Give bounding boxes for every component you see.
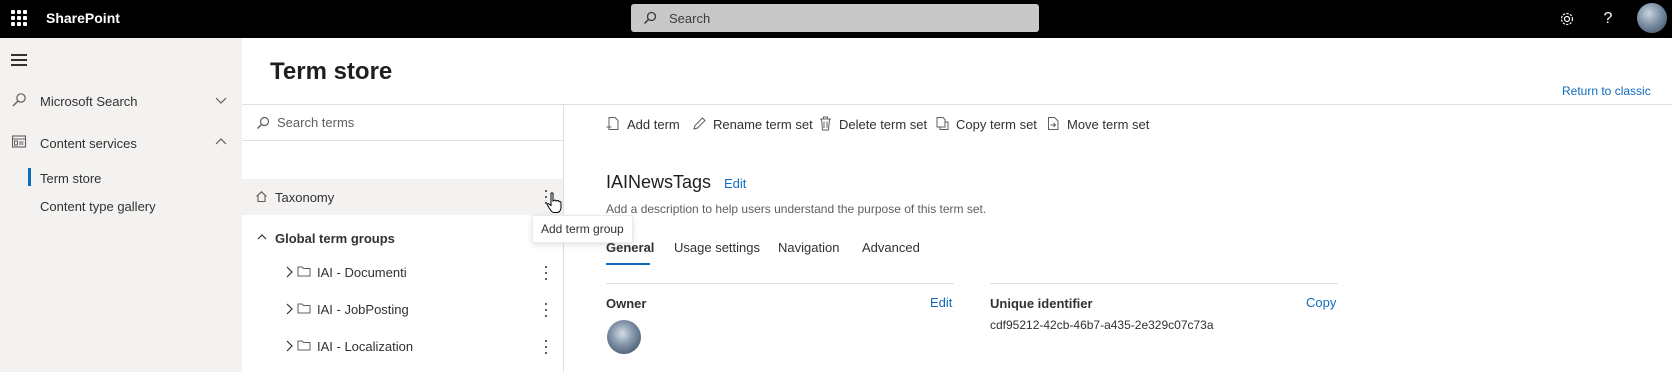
add-term-icon (606, 117, 619, 130)
delete-term-set-label: Delete term set (839, 117, 928, 132)
global-search-input[interactable]: Search (631, 4, 1039, 32)
nav-item-label: Content services (40, 136, 137, 151)
tab-general[interactable]: General (606, 240, 654, 255)
more-options-icon[interactable] (536, 298, 556, 322)
divider (606, 283, 954, 284)
term-set-name: IAINewsTags (606, 172, 712, 192)
tab-advanced[interactable]: Advanced (862, 240, 920, 255)
chevron-right-icon[interactable] (283, 265, 295, 279)
app-name[interactable]: SharePoint (46, 10, 120, 26)
active-tab-indicator (606, 263, 650, 265)
chevron-right-icon[interactable] (283, 339, 295, 353)
tooltip: Add term group (532, 215, 633, 243)
tree-root-taxonomy[interactable]: Taxonomy (242, 179, 563, 215)
unique-identifier-value: cdf95212-42cb-46b7-a435-2e329c07c73a (990, 318, 1214, 332)
unique-identifier-label: Unique identifier (990, 296, 1093, 311)
copy-identifier-link[interactable]: Copy (1306, 295, 1336, 310)
avatar (607, 320, 641, 354)
page-title: Term store (270, 58, 393, 85)
search-placeholder: Search (669, 11, 711, 26)
tree-root-label: Taxonomy (275, 190, 335, 205)
move-icon (1048, 117, 1059, 130)
nav-item-microsoft-search[interactable]: Microsoft Search (0, 90, 242, 114)
active-indicator (28, 168, 31, 186)
taxonomy-tree-panel: Search terms Taxonomy Global term groups… (242, 105, 564, 372)
copy-icon (936, 117, 949, 130)
chevron-down-icon (215, 97, 227, 104)
folder-icon (297, 303, 311, 314)
home-icon (256, 191, 267, 203)
content-services-icon (11, 135, 27, 148)
tree-item-term-group[interactable]: IAI - Localization (242, 332, 563, 360)
owner-label: Owner (606, 296, 647, 311)
more-options-icon[interactable] (536, 335, 556, 359)
nav-subitem-term-store[interactable]: Term store (40, 171, 101, 186)
copy-term-set-label: Copy term set (956, 117, 1037, 132)
tree-item-term-group[interactable]: IAI - Documenti (242, 258, 563, 286)
more-options-icon[interactable] (536, 261, 556, 285)
term-set-description[interactable]: Add a description to help users understa… (606, 202, 986, 216)
search-terms-input[interactable]: Search terms (242, 105, 563, 141)
term-group-label: IAI - Documenti (317, 265, 407, 280)
return-to-classic-link[interactable]: Return to classic (1562, 84, 1651, 98)
term-group-label: IAI - JobPosting (317, 302, 409, 317)
hand-cursor-icon (546, 192, 562, 213)
global-term-groups-header[interactable]: Global term groups (242, 227, 563, 251)
edit-owner-link[interactable]: Edit (930, 295, 952, 310)
nav-subitem-content-type-gallery[interactable]: Content type gallery (40, 199, 156, 214)
move-term-set-label: Move term set (1067, 117, 1150, 132)
folder-icon (297, 340, 311, 351)
gear-icon[interactable] (1557, 9, 1577, 29)
pencil-icon (693, 117, 706, 130)
group-header-label: Global term groups (275, 231, 395, 246)
search-icon (643, 11, 657, 25)
search-icon (12, 93, 26, 107)
help-icon[interactable]: ? (1598, 9, 1618, 29)
avatar[interactable] (1637, 3, 1667, 33)
waffle-icon[interactable] (11, 10, 27, 26)
add-term-label: Add term (627, 117, 680, 132)
chevron-up-icon (257, 234, 267, 240)
left-navigation: Microsoft Search Content services Term s… (0, 38, 242, 372)
edit-term-set-name-link[interactable]: Edit (724, 176, 746, 191)
chevron-up-icon (215, 138, 227, 145)
rename-term-set-label: Rename term set (713, 117, 813, 132)
nav-item-label: Microsoft Search (40, 94, 138, 109)
chevron-right-icon[interactable] (283, 302, 295, 316)
folder-icon (297, 266, 311, 277)
tab-navigation[interactable]: Navigation (778, 240, 839, 255)
nav-item-content-services[interactable]: Content services (0, 132, 242, 156)
hamburger-menu-icon[interactable] (11, 54, 27, 69)
trash-icon (820, 116, 831, 131)
search-terms-placeholder: Search terms (277, 115, 355, 130)
suite-header: SharePoint Search ? (0, 0, 1672, 38)
divider (990, 283, 1338, 284)
tab-usage-settings[interactable]: Usage settings (674, 240, 760, 255)
tree-item-term-group[interactable]: IAI - JobPosting (242, 295, 563, 323)
search-icon (257, 116, 270, 129)
term-group-label: IAI - Localization (317, 339, 414, 354)
